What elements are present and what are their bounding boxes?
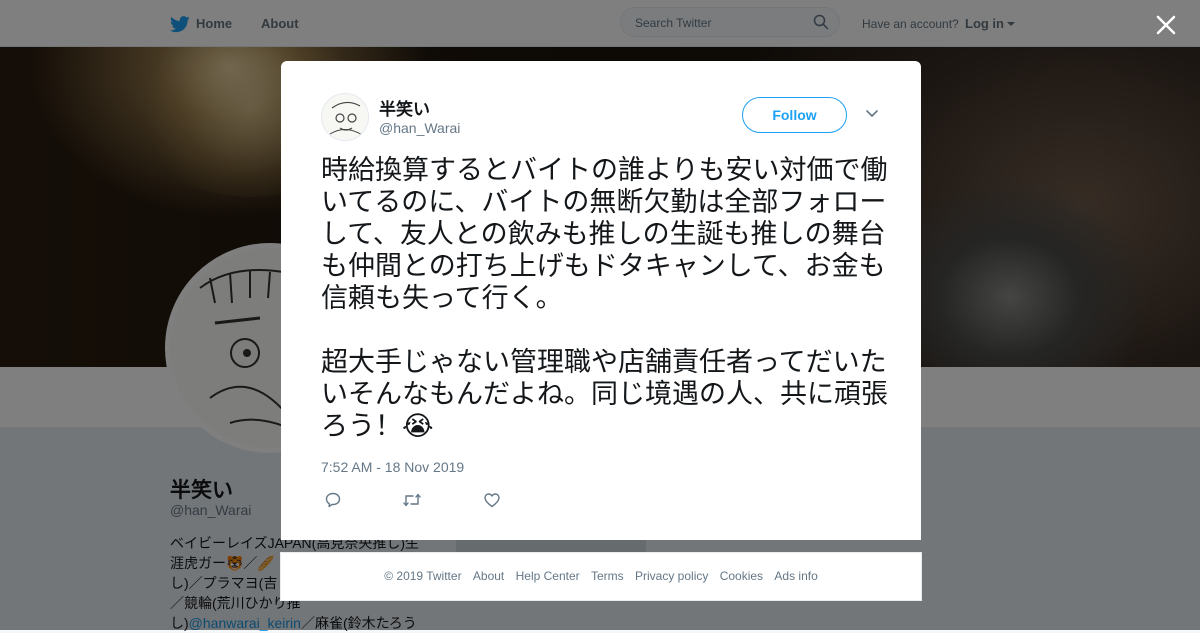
follow-button[interactable]: Follow [742,97,847,133]
avatar-drawing-icon [322,94,368,140]
tweet-timestamp[interactable]: 7:52 AM - 18 Nov 2019 [321,459,464,475]
reply-icon[interactable] [324,491,342,509]
footer-link-ads-info[interactable]: Ads info [774,569,817,583]
footer-link-cookies[interactable]: Cookies [720,569,763,583]
footer-link-help-center[interactable]: Help Center [516,569,580,583]
close-icon[interactable] [1153,12,1179,38]
chevron-down-icon[interactable] [865,109,879,119]
retweet-icon[interactable] [402,491,422,509]
footer-link-privacy[interactable]: Privacy policy [635,569,708,583]
footer-copyright: © 2019 Twitter [384,569,462,583]
heart-icon[interactable] [483,491,501,509]
tweet-author-name[interactable]: 半笑い [379,95,430,120]
footer-link-about[interactable]: About [473,569,504,583]
footer-links: © 2019 Twitter About Help Center Terms P… [280,552,922,601]
tweet-modal: 半笑い @han_Warai Follow 時給換算するとバイトの誰よりも安い対… [281,61,921,540]
footer-link-terms[interactable]: Terms [591,569,624,583]
tweet-text: 時給換算するとバイトの誰よりも安い対価で働いてるのに、バイトの無断欠勤は全部フォ… [321,155,888,441]
tweet-author-avatar[interactable] [321,93,369,141]
tweet-author-handle[interactable]: @han_Warai [379,120,460,136]
